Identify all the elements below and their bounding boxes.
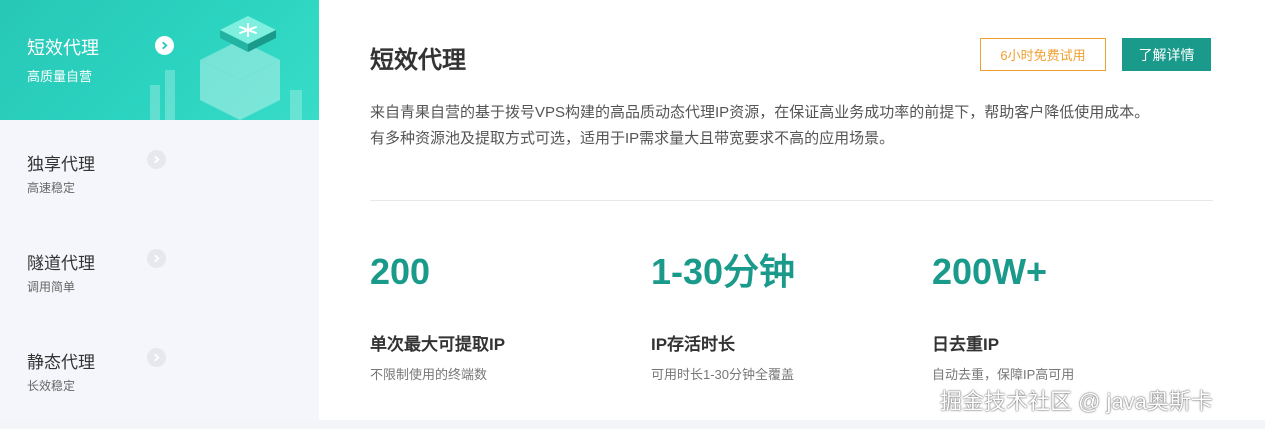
sidebar-item-title: 独享代理: [27, 155, 95, 174]
sidebar-item-subtitle: 长效稳定: [27, 379, 76, 393]
free-trial-button[interactable]: 6小时免费试用: [980, 38, 1106, 71]
sidebar-item-static-proxy[interactable]: 静态代理 长效稳定: [0, 318, 319, 417]
description-line: 来自青果自营的基于拨号VPS构建的高品质动态代理IP资源，在保证高业务成功率的前…: [370, 104, 1150, 121]
sidebar-item-title: 静态代理: [27, 353, 95, 372]
bottom-strip: [0, 420, 1265, 429]
sidebar-item-short-term-proxy[interactable]: 短效代理 高质量自营: [0, 0, 319, 120]
sidebar-item-subtitle: 调用简单: [27, 280, 76, 294]
sidebar-item-title: 隧道代理: [27, 254, 95, 273]
stat-desc: 可用时长1-30分钟全覆盖: [651, 367, 795, 382]
sidebar-item-exclusive-proxy[interactable]: 独享代理 高速稳定: [0, 120, 319, 219]
product-description: 来自青果自营的基于拨号VPS构建的高品质动态代理IP资源，在保证高业务成功率的前…: [370, 100, 1230, 152]
stat-value: 1-30分钟: [651, 251, 796, 292]
chevron-right-icon: [147, 150, 166, 169]
watermark: 掘金技术社区 @ java奥斯卡: [940, 389, 1213, 414]
stat-daily-unique-ip: 200W+ 日去重IP 自动去重，保障IP高可用: [932, 250, 1074, 382]
sidebar-item-tunnel-proxy[interactable]: 隧道代理 调用简单: [0, 219, 319, 318]
stat-label: IP存活时长: [651, 335, 736, 354]
chevron-right-icon: [147, 249, 166, 268]
sidebar-item-subtitle: 高速稳定: [27, 181, 76, 195]
stat-value: 200W+: [932, 251, 1048, 292]
stat-max-ip: 200 单次最大可提取IP 不限制使用的终端数: [370, 250, 505, 382]
stat-desc: 不限制使用的终端数: [370, 367, 488, 382]
page-title: 短效代理: [370, 47, 466, 74]
isometric-illustration: [150, 16, 302, 120]
stat-value: 200: [370, 251, 431, 292]
description-line: 有多种资源池及提取方式可选，适用于IP需求量大且带宽要求不高的应用场景。: [370, 130, 895, 147]
stat-label: 日去重IP: [932, 335, 1000, 354]
learn-more-button[interactable]: 了解详情: [1122, 38, 1211, 71]
stat-label: 单次最大可提取IP: [370, 335, 506, 354]
main-panel: 短效代理 6小时免费试用 了解详情 来自青果自营的基于拨号VPS构建的高品质动态…: [319, 0, 1265, 420]
chevron-right-icon: [155, 36, 174, 55]
stat-desc: 自动去重，保障IP高可用: [932, 367, 1075, 382]
divider: [370, 200, 1213, 201]
sidebar-item-subtitle: 高质量自营: [27, 69, 93, 84]
chevron-right-icon: [147, 348, 166, 367]
stat-ip-lifetime: 1-30分钟 IP存活时长 可用时长1-30分钟全覆盖: [651, 250, 796, 382]
sidebar: 短效代理 高质量自营 独享代理 高速稳定 隧道代理 调用简单 静态代理 长效稳定: [0, 0, 319, 420]
sidebar-item-title: 短效代理: [27, 38, 99, 58]
